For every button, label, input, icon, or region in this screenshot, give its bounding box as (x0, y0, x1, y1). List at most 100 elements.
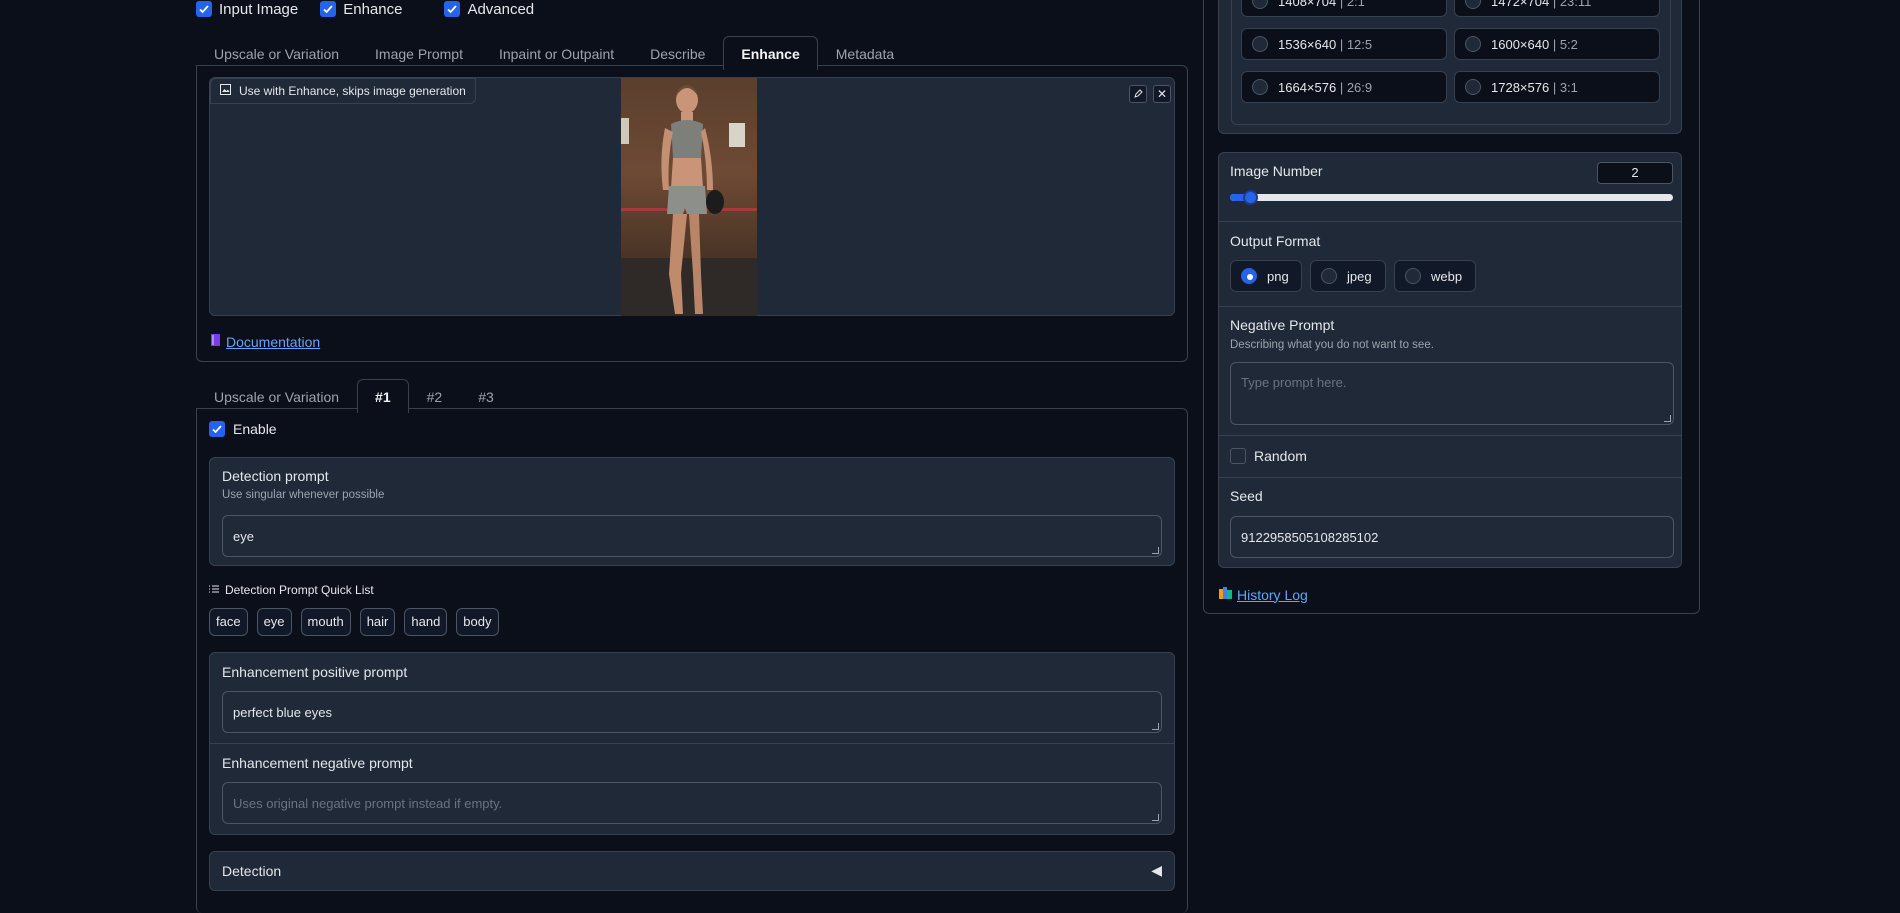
output-format-radio-group: png jpeg webp (1230, 260, 1476, 292)
quick-list-chip[interactable]: body (456, 608, 499, 636)
divider (1219, 221, 1681, 222)
quick-list-chip[interactable]: hair (359, 608, 396, 636)
checkbox-empty-icon (1230, 448, 1246, 464)
quick-list-chip[interactable]: hand (404, 608, 448, 636)
radio-icon (1252, 36, 1268, 52)
seed-title: Seed (1230, 488, 1263, 504)
divider (1219, 306, 1681, 307)
books-icon (1218, 586, 1234, 603)
divider (1219, 477, 1681, 478)
radio-icon (1465, 0, 1481, 9)
format-option-jpeg[interactable]: jpeg (1310, 260, 1386, 292)
edit-icon[interactable] (1129, 85, 1147, 103)
quick-list-header: Detection Prompt Quick List (209, 583, 374, 597)
resize-handle-icon[interactable] (1152, 547, 1159, 554)
format-option-png[interactable]: png (1230, 260, 1302, 292)
seed-input[interactable]: 9122958505108285102 (1230, 516, 1674, 558)
detection-prompt-input[interactable]: eye (222, 515, 1162, 557)
image-upload-area[interactable]: Use with Enhance, skips image generation (209, 77, 1175, 316)
detection-prompt-subtitle: Use singular whenever possible (222, 489, 385, 501)
radio-icon (1405, 268, 1421, 284)
advanced-checkbox[interactable]: Advanced (444, 1, 534, 18)
radio-icon (1252, 79, 1268, 95)
aspect-ratio-option[interactable]: 1472×704 | 23:11 (1454, 0, 1660, 17)
aspect-ratio: | 23:11 (1552, 0, 1592, 9)
tab-enhance-1[interactable]: #1 (357, 379, 409, 413)
list-icon (209, 583, 219, 597)
aspect-ratio-option[interactable]: 1664×576 | 26:9 (1241, 71, 1447, 103)
aspect-ratio-option[interactable]: 1536×640 | 12:5 (1241, 28, 1447, 60)
aspect-ratio: | 26:9 (1339, 79, 1373, 95)
radio-selected-icon (1241, 268, 1257, 284)
image-number-input[interactable]: 2 (1597, 162, 1673, 184)
negative-prompt-input[interactable]: Type prompt here. (1230, 362, 1674, 425)
negative-prompt-title: Negative Prompt (1230, 317, 1335, 333)
quick-list-chip[interactable]: mouth (300, 608, 351, 636)
enable-checkbox[interactable]: Enable (209, 421, 277, 437)
aspect-ratio-option[interactable]: 1728×576 | 3:1 (1454, 71, 1660, 103)
resize-handle-icon[interactable] (1152, 723, 1159, 730)
radio-icon (1252, 0, 1268, 9)
check-icon (196, 1, 212, 17)
enhance-label: Enhance (343, 0, 403, 18)
aspect-ratio-option[interactable]: 1600×640 | 5:2 (1454, 28, 1660, 60)
radio-icon (1465, 36, 1481, 52)
divider (1219, 435, 1681, 436)
aspect-ratio-radio-group: 1408×704 | 2:1 1472×704 | 23:11 1536×640… (1231, 0, 1671, 125)
detection-prompt-value: eye (233, 528, 254, 544)
check-icon (209, 421, 225, 437)
detection-accordion-title: Detection (222, 863, 282, 879)
enhancement-negative-title: Enhancement negative prompt (222, 755, 413, 771)
image-number-title: Image Number (1230, 163, 1323, 179)
input-image-label: Input Image (219, 0, 299, 18)
collapse-arrow-icon[interactable]: ◀ (1151, 862, 1162, 879)
enhancement-negative-placeholder: Uses original negative prompt instead if… (233, 795, 503, 811)
detection-prompt-block: Detection prompt Use singular whenever p… (209, 457, 1175, 566)
resize-handle-icon[interactable] (1664, 415, 1671, 422)
output-format-title: Output Format (1230, 233, 1321, 249)
aspect-size: 1408×704 (1278, 0, 1337, 9)
aspect-ratio: | 3:1 (1552, 79, 1578, 95)
close-icon[interactable]: ✕ (1153, 85, 1171, 103)
advanced-label: Advanced (467, 0, 535, 18)
negative-prompt-subtitle: Describing what you do not want to see. (1230, 339, 1434, 351)
quick-list-chip[interactable]: face (209, 608, 248, 636)
enhance-tab-panel: Use with Enhance, skips image generation (196, 65, 1188, 362)
resize-handle-icon[interactable] (1152, 814, 1159, 821)
radio-icon (1321, 268, 1337, 284)
uploaded-image (621, 78, 757, 316)
aspect-ratio: | 2:1 (1339, 0, 1365, 9)
image-number-slider[interactable] (1230, 190, 1673, 205)
image-upload-label-text: Use with Enhance, skips image generation (239, 84, 466, 98)
input-image-checkbox[interactable]: Input Image (196, 1, 298, 18)
radio-icon (1465, 79, 1481, 95)
aspect-ratios-block: 1408×704 | 2:1 1472×704 | 23:11 1536×640… (1218, 0, 1682, 134)
quick-list-chip[interactable]: eye (256, 608, 292, 636)
enhancement-positive-value: perfect blue eyes (233, 704, 333, 720)
enhancement-positive-title: Enhancement positive prompt (222, 664, 408, 680)
enhance-1-panel: Enable Detection prompt Use singular whe… (196, 408, 1188, 913)
quick-list-title: Detection Prompt Quick List (225, 583, 374, 597)
aspect-size: 1664×576 (1278, 79, 1337, 95)
check-icon (444, 1, 461, 17)
enhance-checkbox[interactable]: Enhance (320, 1, 402, 18)
detection-accordion[interactable]: Detection ◀ (209, 851, 1175, 891)
seed-value: 9122958505108285102 (1241, 529, 1379, 545)
aspect-ratio: | 12:5 (1339, 36, 1373, 52)
random-checkbox[interactable]: Random (1230, 448, 1307, 464)
random-label: Random (1254, 448, 1307, 464)
history-log-link[interactable]: History Log (1237, 587, 1308, 603)
aspect-size: 1600×640 (1491, 36, 1550, 52)
documentation-link[interactable]: Documentation (226, 334, 320, 350)
format-label: webp (1431, 268, 1463, 284)
history-log-row: History Log (1218, 586, 1308, 603)
slider-thumb[interactable] (1243, 190, 1258, 205)
tab-enhance[interactable]: Enhance (723, 36, 818, 70)
enhancement-negative-input[interactable]: Uses original negative prompt instead if… (222, 782, 1162, 824)
aspect-ratio-option[interactable]: 1408×704 | 2:1 (1241, 0, 1447, 17)
book-icon (209, 333, 223, 350)
enhancement-positive-input[interactable]: perfect blue eyes (222, 691, 1162, 733)
format-option-webp[interactable]: webp (1394, 260, 1476, 292)
check-icon (320, 1, 337, 17)
enable-label: Enable (233, 421, 277, 437)
